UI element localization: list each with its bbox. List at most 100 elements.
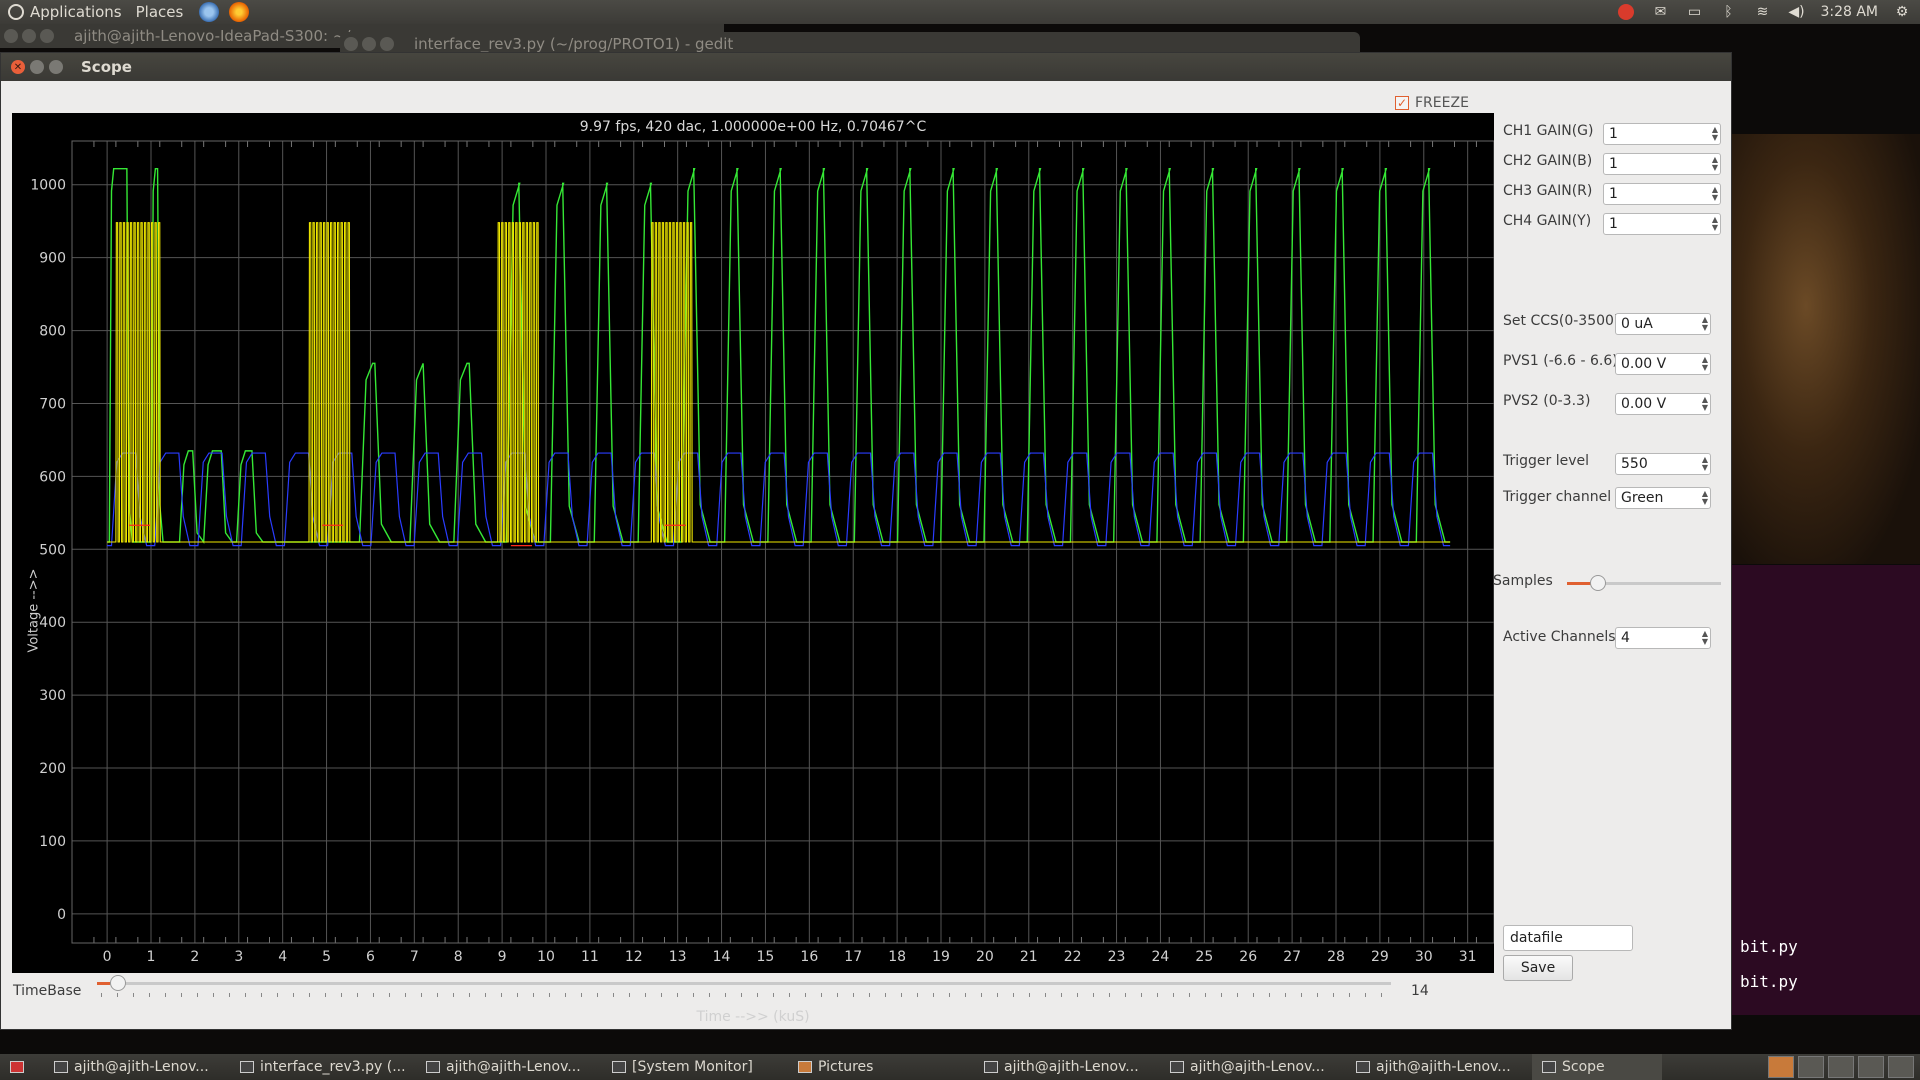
workspace-icon[interactable] <box>1828 1056 1854 1078</box>
y-axis-label: Voltage -->> <box>26 568 42 653</box>
ch4-gain-select[interactable]: 1 ▲ ▼ <box>1603 213 1721 235</box>
spin-arrows-icon[interactable]: ▲ ▼ <box>1702 396 1708 412</box>
minimize-icon[interactable] <box>30 60 44 74</box>
y-tick-label: 800 <box>39 324 66 340</box>
battery-icon[interactable]: ▭ <box>1684 4 1704 20</box>
pvs2-spinbox[interactable]: 0.00 V ▲ ▼ <box>1615 393 1711 415</box>
pvs1-spinbox[interactable]: 0.00 V ▲ ▼ <box>1615 353 1711 375</box>
taskbar-item[interactable]: ajith@ajith-Lenov... <box>1160 1054 1346 1080</box>
text-editor-icon <box>240 1061 254 1073</box>
wifi-icon[interactable]: ≋ <box>1752 4 1772 20</box>
plot-status-header: 9.97 fps, 420 dac, 1.000000e+00 Hz, 0.70… <box>579 119 927 135</box>
x-tick-label: 15 <box>757 949 775 965</box>
ch3-gain-select[interactable]: 1 ▲ ▼ <box>1603 183 1721 205</box>
plot-canvas: 100090080070060050040030020010000 1 2 3 4 5 6 7… <box>30 140 1494 965</box>
timebase-slider[interactable] <box>97 975 1391 991</box>
taskbar-item-label: ajith@ajith-Lenov... <box>446 1059 581 1075</box>
bluetooth-icon[interactable]: ᛒ <box>1718 4 1738 20</box>
clock[interactable]: 3:28 AM <box>1820 4 1878 20</box>
taskbar-item[interactable]: Pictures <box>788 1054 974 1080</box>
taskbar-item[interactable]: ajith@ajith-Lenov... <box>1346 1054 1532 1080</box>
chevron-updown-icon[interactable]: ▲ ▼ <box>1702 630 1708 646</box>
ch2-gain-value: 1 <box>1609 156 1618 172</box>
x-tick-label: 21 <box>1020 949 1038 965</box>
active-channels-value: 4 <box>1621 630 1630 646</box>
timebase-slider-handle[interactable] <box>109 975 126 991</box>
gear-icon[interactable]: ⚙ <box>1892 4 1912 20</box>
taskbar-item[interactable]: interface_rev3.py (... <box>230 1054 416 1080</box>
spin-arrows-icon[interactable]: ▲ ▼ <box>1702 316 1708 332</box>
top-panel: Applications Places ✉ ▭ ᛒ ≋ ◀) 3:28 AM ⚙ <box>0 0 1920 24</box>
x-tick-label: 10 <box>537 949 555 965</box>
x-tick-label: 3 <box>234 949 243 965</box>
trigger-level-spinbox[interactable]: 550 ▲ ▼ <box>1615 453 1711 475</box>
pvs2-label: PVS2 (0-3.3) <box>1503 393 1591 409</box>
spin-arrows-icon[interactable]: ▲ ▼ <box>1702 456 1708 472</box>
ch2-gain-select[interactable]: 1 ▲ ▼ <box>1603 153 1721 175</box>
taskbar-item[interactable]: ajith@ajith-Lenov... <box>44 1054 230 1080</box>
ch4-gain-label: CH4 GAIN(Y) <box>1503 213 1592 229</box>
checkbox-checked-icon[interactable]: ✓ <box>1395 96 1409 110</box>
spin-arrows-icon[interactable]: ▲ ▼ <box>1712 186 1718 202</box>
terminal-icon <box>426 1061 440 1073</box>
places-menu[interactable]: Places <box>136 3 184 21</box>
active-channels-select[interactable]: 4 ▲ ▼ <box>1615 627 1711 649</box>
samples-slider[interactable] <box>1567 575 1721 591</box>
y-tick-label: 100 <box>39 834 66 850</box>
x-tick-label: 5 <box>322 949 331 965</box>
ch4-gain-value: 1 <box>1609 216 1618 232</box>
spin-arrows-icon[interactable]: ▲ ▼ <box>1712 156 1718 172</box>
volume-icon[interactable]: ◀) <box>1786 4 1806 20</box>
spin-arrows-icon[interactable]: ▲ ▼ <box>1712 126 1718 142</box>
x-tick-label: 20 <box>976 949 994 965</box>
ccs-spinbox[interactable]: 0 uA ▲ ▼ <box>1615 313 1711 335</box>
save-button[interactable]: Save <box>1503 955 1573 981</box>
y-tick-label: 300 <box>39 688 66 704</box>
trigger-channel-select[interactable]: Green ▲ ▼ <box>1615 487 1711 509</box>
system-tray: ✉ ▭ ᛒ ≋ ◀) 3:28 AM ⚙ <box>1616 0 1912 24</box>
background-terminal-title: ajith@ajith-Lenovo-IdeaPad-S300: ~/ <box>74 27 351 45</box>
timebase-value: 14 <box>1411 983 1429 999</box>
datafile-input[interactable]: datafile <box>1503 925 1633 951</box>
taskbar-item[interactable]: [System Monitor] <box>602 1054 788 1080</box>
x-tick-label: 0 <box>103 949 112 965</box>
workspace-icon[interactable] <box>1798 1056 1824 1078</box>
x-tick-label: 4 <box>278 949 287 965</box>
applications-menu[interactable]: Applications <box>8 3 122 21</box>
ch1-gain-select[interactable]: 1 ▲ ▼ <box>1603 123 1721 145</box>
spin-arrows-icon[interactable]: ▲ ▼ <box>1712 216 1718 232</box>
chevron-updown-icon[interactable]: ▲ ▼ <box>1702 490 1708 506</box>
taskbar-item[interactable]: ajith@ajith-Lenov... <box>974 1054 1160 1080</box>
scope-titlebar[interactable]: ✕ Scope <box>1 53 1731 81</box>
taskbar-item[interactable]: ajith@ajith-Lenov... <box>416 1054 602 1080</box>
workspace-icon[interactable] <box>1888 1056 1914 1078</box>
folder-icon <box>798 1061 812 1073</box>
no-entry-icon[interactable] <box>1616 4 1636 20</box>
firefox-launcher-icon[interactable] <box>229 2 250 22</box>
chromium-launcher-icon[interactable] <box>199 2 220 22</box>
workspace-icon[interactable] <box>1858 1056 1884 1078</box>
mail-icon[interactable]: ✉ <box>1650 4 1670 20</box>
show-desktop-button[interactable] <box>0 1054 44 1080</box>
show-desktop-icon <box>10 1061 24 1073</box>
workspace-icon[interactable] <box>1768 1056 1794 1078</box>
close-icon[interactable]: ✕ <box>11 60 25 74</box>
freeze-checkbox[interactable]: ✓ FREEZE <box>1395 95 1469 111</box>
samples-slider-handle[interactable] <box>1589 575 1606 591</box>
ch2-gain-label: CH2 GAIN(B) <box>1503 153 1593 169</box>
taskbar-item[interactable]: Scope <box>1532 1054 1662 1080</box>
ch1-gain-value: 1 <box>1609 126 1618 142</box>
x-tick-label: 12 <box>625 949 643 965</box>
scope-window: ✕ Scope ✓ FREEZE 1000 900 800 700 600 500 400 3… <box>0 52 1732 1030</box>
y-tick-label: 700 <box>39 396 66 412</box>
oscilloscope-plot[interactable]: 1000 900 800 700 600 500 400 300 200 100 0 0 1 2 3 4 5 6 7… <box>12 113 1494 1025</box>
maximize-icon[interactable] <box>49 60 63 74</box>
y-tick-label: 400 <box>39 615 66 631</box>
x-tick-label: 19 <box>932 949 950 965</box>
ccs-value: 0 uA <box>1621 316 1653 332</box>
taskbar-item-label: interface_rev3.py (... <box>260 1059 406 1075</box>
timebase-label: TimeBase <box>13 983 82 999</box>
spin-arrows-icon[interactable]: ▲ ▼ <box>1702 356 1708 372</box>
trigger-level-label: Trigger level <box>1503 453 1590 469</box>
y-tick-label: 200 <box>39 761 66 777</box>
